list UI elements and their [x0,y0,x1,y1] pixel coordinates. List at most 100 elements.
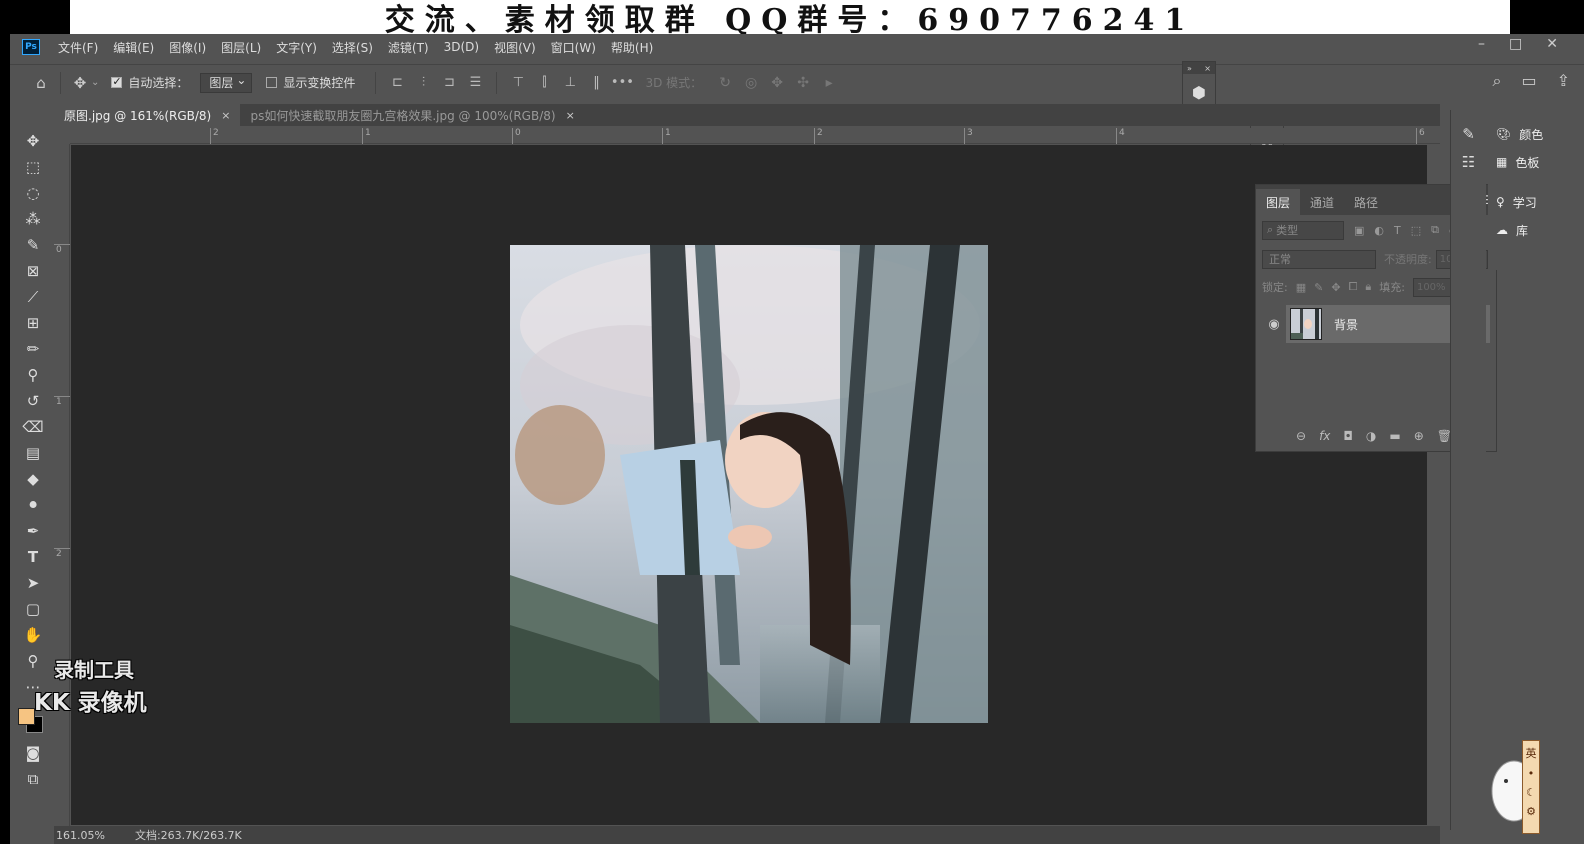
filter-smart-object-icon[interactable]: ⧉ [1431,223,1439,237]
auto-select-label: 自动选择： [128,76,189,90]
spot-healing-tool-icon[interactable]: ⊞ [16,310,50,336]
path-select-tool-icon[interactable]: ➤ [16,570,50,596]
new-group-icon[interactable]: ▬ [1389,429,1400,443]
maximize-button[interactable]: □ [1509,36,1522,52]
auto-select-target-dropdown[interactable]: 图层 [200,72,253,93]
checkbox-checked[interactable] [111,75,123,88]
blur-tool-icon[interactable]: ◆ [16,466,50,492]
eraser-tool-icon[interactable]: ⌫ [16,414,50,440]
3d-slide-icon: ✣ [797,74,809,91]
auto-select-checkbox[interactable]: 自动选择： [111,74,188,91]
link-layers-icon[interactable]: ⊖ [1296,429,1306,443]
close-icon[interactable]: × [221,109,230,122]
quick-mask-icon[interactable]: ◙ [16,740,50,766]
fill-label: 填充: [1379,281,1405,294]
menu-image[interactable]: 图像(I) [169,39,206,56]
minimize-button[interactable]: – [1478,36,1485,52]
distribute-icon[interactable]: ☰ [462,73,488,93]
move-tool-preset-icon[interactable]: ✥ [69,72,91,94]
layer-filter-input[interactable]: ⌕ 类型 [1262,220,1344,240]
screen-mode-icon[interactable]: ⧉ [16,766,50,792]
tab-nine-grid[interactable]: ps如何快速截取朋友圈九宫格效果.jpg @ 100%(RGB/8) × [240,104,584,126]
distribute-v-icon[interactable]: ‖ [583,73,609,93]
brush-settings-icon[interactable]: ✎ [1451,120,1486,148]
tab-original[interactable]: 原图.jpg @ 161%(RGB/8) × [54,104,241,126]
close-window-button[interactable]: ✕ [1546,36,1558,52]
lock-artboard-icon[interactable]: ⧠ [1349,280,1358,294]
document-image[interactable] [510,245,988,723]
canvas-area[interactable] [71,145,1427,825]
ruler-tick: 1 [54,396,70,407]
panel-learn[interactable]: ♀ 学习 [1488,188,1558,216]
eyedropper-tool-icon[interactable]: ⟋ [16,284,50,310]
lock-pixels-icon[interactable]: ✎ [1314,281,1323,294]
menu-type[interactable]: 文字(Y) [276,39,317,56]
align-top-icon[interactable]: ⊤ [505,73,531,93]
adjustment-layer-icon[interactable]: ◑ [1366,429,1376,443]
history-brush-tool-icon[interactable]: ↺ [16,388,50,414]
foreground-color-swatch[interactable] [18,708,35,725]
add-mask-icon[interactable]: ◘ [1343,429,1353,443]
eye-icon[interactable]: ◉ [1262,317,1286,332]
properties-icon[interactable]: ☷ [1451,148,1486,176]
checkbox-unchecked[interactable] [266,77,278,88]
tab-layers[interactable]: 图层 [1256,189,1301,215]
align-left-icon[interactable]: ⊏ [384,73,410,93]
gradient-tool-icon[interactable]: ▤ [16,440,50,466]
horizontal-ruler: 2 1 0 1 2 3 4 6 [70,128,1440,144]
close-icon[interactable]: × [566,109,575,122]
more-options-icon[interactable]: ••• [609,73,635,93]
lock-position-icon[interactable]: ✥ [1331,281,1340,294]
shape-tool-icon[interactable]: ▢ [16,596,50,622]
show-transform-checkbox[interactable]: 显示变换控件 [266,74,355,91]
filter-shape-icon[interactable]: ⬚ [1411,224,1421,237]
filter-pixel-icon[interactable]: ▣ [1354,224,1364,237]
menu-layer[interactable]: 图层(L) [221,39,261,56]
lock-all-icon[interactable]: 🔒︎ [1365,280,1371,294]
hand-tool-icon[interactable]: ✋ [16,622,50,648]
tab-channels[interactable]: 通道 [1300,189,1344,215]
fx-icon[interactable]: fx [1319,429,1330,443]
menu-filter[interactable]: 滤镜(T) [388,39,429,56]
filter-type-icon[interactable]: T [1394,224,1401,237]
pen-tool-icon[interactable]: ✒ [16,518,50,544]
tab-paths[interactable]: 路径 [1344,189,1388,215]
workspace-icon[interactable]: ▭ [1521,71,1536,91]
align-middle-v-icon[interactable]: ⫿ [531,73,557,93]
marquee-tool-icon[interactable]: ⬚ [16,154,50,180]
panel-swatches[interactable]: ▦ 色板 [1488,148,1558,176]
filter-adjustment-icon[interactable]: ◐ [1374,224,1384,237]
align-bottom-icon[interactable]: ⊥ [557,73,583,93]
zoom-level[interactable]: 161.05% [56,829,105,842]
align-center-h-icon[interactable]: ⫶ [410,73,436,93]
share-icon[interactable]: ⇪ [1557,71,1570,91]
align-right-icon[interactable]: ⊐ [436,73,462,93]
close-icon[interactable]: × [1204,64,1211,73]
stamp-tool-icon[interactable]: ⚲ [16,362,50,388]
panel-color[interactable]: 🎨︎ 颜色 [1488,120,1558,148]
lock-transparent-icon[interactable]: ▦ [1296,281,1306,294]
move-tool-icon[interactable]: ✥ [16,128,50,154]
ime-indicator[interactable]: 英 • ☾ ⚙ [1522,740,1540,834]
menu-3d[interactable]: 3D(D) [444,40,479,54]
menu-edit[interactable]: 编辑(E) [113,39,154,56]
home-icon[interactable]: ⌂ [30,72,52,94]
blend-mode-dropdown[interactable]: 正常 [1262,249,1376,269]
quick-select-tool-icon[interactable]: ✎ [16,232,50,258]
menu-file[interactable]: 文件(F) [58,39,98,56]
frame-tool-icon[interactable]: ⊠ [16,258,50,284]
search-icon[interactable]: ⌕ [1493,71,1502,91]
menu-window[interactable]: 窗口(W) [551,39,596,56]
menu-select[interactable]: 选择(S) [332,39,373,56]
chevron-down-icon[interactable]: ⌄ [91,77,99,88]
dodge-tool-icon[interactable]: ⚫ [16,492,50,518]
menu-help[interactable]: 帮助(H) [611,39,653,56]
panel-libraries[interactable]: ☁ 库 [1488,216,1558,244]
lasso-tool-icon[interactable]: ◌ [16,180,50,206]
menu-view[interactable]: 视图(V) [494,39,536,56]
brush-tool-icon[interactable]: ✏ [16,336,50,362]
expand-icon[interactable]: » [1187,64,1192,73]
new-layer-icon[interactable]: ⊕ [1414,429,1424,443]
type-tool-icon[interactable]: T [16,544,50,570]
magic-wand-tool-icon[interactable]: ⁂ [16,206,50,232]
